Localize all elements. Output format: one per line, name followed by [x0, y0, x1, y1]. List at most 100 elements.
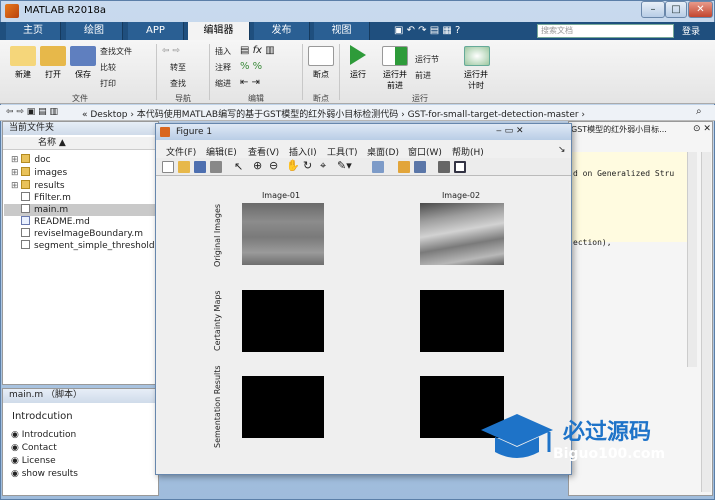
- quick-access-toolbar[interactable]: ▣ ↶ ↷ ▤ ▦ ?: [394, 25, 460, 36]
- watermark-url: Biguo100.com: [553, 446, 666, 462]
- details-title: main.m （脚本）: [3, 389, 158, 403]
- menu-help[interactable]: 帮助(H): [452, 145, 484, 158]
- tab-apps[interactable]: APP: [128, 22, 184, 40]
- hide-plot-tools-icon[interactable]: [438, 161, 450, 173]
- menu-tools[interactable]: 工具(T): [327, 145, 358, 158]
- tab-plots[interactable]: 绘图: [66, 22, 123, 40]
- print-button[interactable]: 打印: [100, 78, 116, 89]
- list-item[interactable]: Ffilter.m: [21, 192, 71, 204]
- run-and-time-label[interactable]: 运行并 计时: [458, 69, 494, 91]
- new-figure-icon[interactable]: [162, 161, 174, 173]
- close-button[interactable]: ✕: [688, 1, 713, 18]
- save-icon[interactable]: [70, 46, 96, 66]
- segmentation-result-01: [242, 376, 324, 438]
- menu-dock-arrow[interactable]: ↘: [558, 145, 566, 155]
- tab-view[interactable]: 视图: [314, 22, 370, 40]
- menu-edit[interactable]: 编辑(E): [206, 145, 237, 158]
- colorbar-icon[interactable]: [398, 161, 410, 173]
- list-item[interactable]: README.md: [21, 216, 90, 228]
- address-nav-icons[interactable]: ⇦ ⇨ ▣ ▤ ▥: [6, 107, 58, 117]
- open-file-icon[interactable]: [178, 161, 190, 173]
- new-icon[interactable]: [10, 46, 36, 66]
- list-item[interactable]: ◉ show results: [11, 468, 78, 480]
- vertical-scrollbar[interactable]: [687, 152, 697, 367]
- file-name: images: [34, 168, 68, 178]
- rotate-icon[interactable]: ↻: [303, 159, 312, 172]
- indent-button[interactable]: 缩进: [215, 78, 231, 89]
- data-cursor-icon[interactable]: ⌖: [320, 159, 326, 173]
- name-column-header[interactable]: 名称 ▲: [3, 137, 158, 150]
- zoom-in-icon[interactable]: ⊕: [253, 159, 262, 172]
- section-icon: ◉: [11, 469, 22, 479]
- advance-button[interactable]: 前进: [415, 70, 431, 81]
- find-button[interactable]: 查找: [170, 78, 186, 89]
- tab-home[interactable]: 主页: [6, 22, 61, 40]
- minimize-button[interactable]: –: [641, 1, 665, 18]
- current-path[interactable]: « Desktop › 本代码使用MATLAB编写的基于GST模型的红外弱小目标…: [82, 107, 585, 120]
- run-and-advance-label[interactable]: 运行并 前进: [378, 69, 412, 91]
- breakpoint-icon[interactable]: [308, 46, 334, 66]
- menu-desktop[interactable]: 桌面(D): [367, 145, 399, 158]
- menu-insert[interactable]: 插入(I): [289, 145, 317, 158]
- link-plot-icon[interactable]: [372, 161, 384, 173]
- edit-tools-icons[interactable]: ▤ fx ▥: [240, 45, 275, 56]
- run-and-advance-icon[interactable]: [382, 46, 408, 66]
- new-button-label[interactable]: 新建: [8, 69, 38, 80]
- find-files-button[interactable]: 查找文件: [100, 46, 132, 57]
- menu-window[interactable]: 窗口(W): [408, 145, 442, 158]
- row-label-certainty: Certainty Maps: [213, 290, 222, 351]
- breakpoint-button-label[interactable]: 断点: [303, 69, 339, 80]
- legend-icon[interactable]: [414, 161, 426, 173]
- save-button-label[interactable]: 保存: [68, 69, 98, 80]
- show-plot-tools-icon[interactable]: [454, 161, 466, 173]
- print-figure-icon[interactable]: [210, 161, 222, 173]
- goto-button[interactable]: 转至: [170, 62, 186, 73]
- run-button-label[interactable]: 运行: [343, 69, 373, 80]
- search-input[interactable]: 搜索文档: [537, 24, 674, 38]
- indent-tools-icons[interactable]: ⇤ ⇥: [240, 77, 260, 88]
- list-item[interactable]: ⊞ images: [11, 167, 67, 179]
- menu-file[interactable]: 文件(F): [166, 145, 196, 158]
- list-item[interactable]: ◉ License: [11, 455, 56, 467]
- code-area[interactable]: [569, 152, 687, 242]
- nav-arrows[interactable]: ⇦ ⇨: [162, 46, 180, 56]
- tab-editor[interactable]: 编辑器: [188, 22, 250, 40]
- insert-button[interactable]: 插入: [215, 46, 231, 57]
- open-icon[interactable]: [40, 46, 66, 66]
- list-item[interactable]: ◉ Contact: [11, 442, 57, 454]
- pan-icon[interactable]: ✋: [286, 159, 300, 172]
- group-label-navigate: 导航: [175, 94, 191, 103]
- file-name: segment_simple_threshold.m: [34, 241, 167, 251]
- menu-view[interactable]: 查看(V): [248, 145, 279, 158]
- editor-tab[interactable]: GST模型的红外弱小目标...: [571, 124, 691, 136]
- run-section-button[interactable]: 运行节: [415, 54, 439, 65]
- editor-tab-actions[interactable]: ⊙ ✕: [693, 124, 711, 134]
- maximize-button[interactable]: □: [665, 1, 687, 18]
- file-name: reviseImageBoundary.m: [34, 229, 143, 239]
- list-item-selected[interactable]: main.m: [4, 204, 157, 216]
- open-button-label[interactable]: 打开: [38, 69, 68, 80]
- list-item[interactable]: ◉ Introdcution: [11, 429, 76, 441]
- search-path-icon[interactable]: ⌕: [696, 106, 702, 117]
- list-item[interactable]: ⊞ results: [11, 180, 65, 192]
- list-item[interactable]: segment_simple_threshold.m: [21, 240, 166, 252]
- list-item[interactable]: ⊞ doc: [11, 154, 51, 166]
- compare-button[interactable]: 比较: [100, 62, 116, 73]
- comment-tools-icons[interactable]: % %: [240, 61, 262, 72]
- vertical-scrollbar[interactable]: [701, 152, 711, 492]
- list-item[interactable]: reviseImageBoundary.m: [21, 228, 143, 240]
- run-icon[interactable]: [350, 45, 366, 65]
- brush-icon[interactable]: ✎▾: [337, 159, 352, 172]
- zoom-out-icon[interactable]: ⊖: [269, 159, 278, 172]
- file-name: Ffilter.m: [34, 193, 71, 203]
- save-figure-icon[interactable]: [194, 161, 206, 173]
- figure-window-controls[interactable]: ‒ ▭ ✕: [496, 126, 524, 136]
- login-button[interactable]: 登录: [682, 24, 700, 37]
- tab-publish[interactable]: 发布: [254, 22, 310, 40]
- comment-button[interactable]: 注释: [215, 62, 231, 73]
- section-label: show results: [21, 469, 78, 479]
- column-title-image-02: Image-02: [441, 191, 481, 200]
- pointer-icon[interactable]: ↖: [234, 160, 243, 173]
- run-and-time-icon[interactable]: [464, 46, 490, 66]
- graduation-cap-icon: [481, 414, 553, 458]
